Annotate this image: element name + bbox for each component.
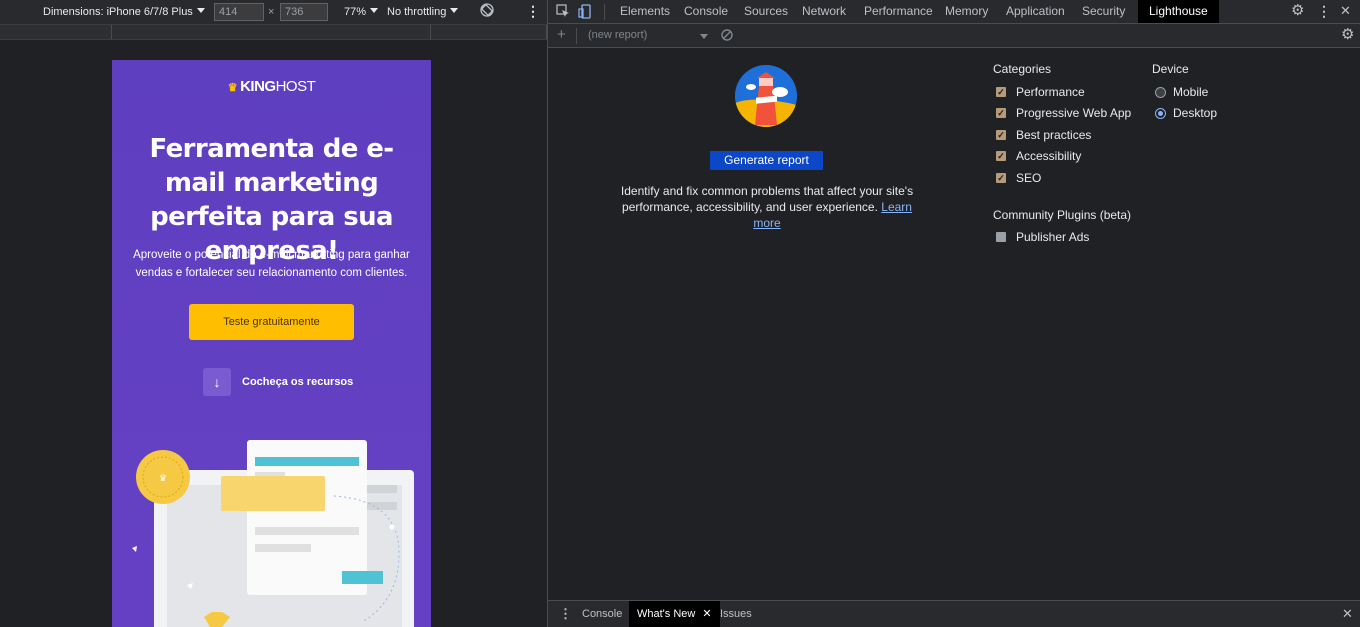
arrow-down-icon: ↓: [203, 368, 231, 396]
free-trial-button[interactable]: Teste gratuitamente: [189, 304, 354, 340]
plugin-label: Publisher Ads: [1016, 230, 1090, 244]
lighthouse-description: Identify and fix common problems that af…: [608, 183, 926, 231]
device-select-label: Dimensions: iPhone 6/7/8 Plus: [43, 6, 193, 18]
throttling-label: No throttling: [387, 6, 447, 18]
checkbox-checked-icon[interactable]: ✓: [996, 173, 1006, 183]
email-editor-illustration: ♛: [132, 440, 414, 627]
plugins-title: Community Plugins (beta): [993, 208, 1132, 222]
close-tab-icon[interactable]: ✕: [702, 608, 711, 620]
tab-sources[interactable]: Sources: [744, 0, 788, 23]
close-drawer-icon[interactable]: ✕: [1342, 606, 1353, 622]
drawer-tab-issues[interactable]: Issues: [720, 601, 752, 627]
rotate-icon: [480, 3, 494, 17]
chevron-down-icon: [700, 34, 708, 39]
tab-memory[interactable]: Memory: [945, 0, 988, 23]
description-text: Identify and fix common problems that af…: [620, 184, 914, 214]
drawer-tab-console[interactable]: Console: [582, 601, 622, 627]
checkbox-unchecked-icon[interactable]: [996, 232, 1006, 242]
features-link[interactable]: ↓ Cocheça os recursos: [203, 368, 353, 396]
logo-king: KING: [240, 78, 276, 95]
hero-subtitle: Aproveite o potencial do e-mail marketin…: [133, 249, 410, 279]
chevron-down-icon: [450, 8, 459, 13]
more-options-icon[interactable]: ⋮: [1317, 3, 1331, 19]
device-select[interactable]: Dimensions: iPhone 6/7/8 Plus: [43, 4, 205, 20]
media-query-ruler: [0, 24, 547, 40]
height-input[interactable]: 736: [280, 3, 328, 21]
report-select-label: (new report): [588, 29, 648, 41]
tab-lighthouse[interactable]: Lighthouse: [1138, 0, 1219, 23]
drawer-tab-label: What's New: [637, 608, 696, 620]
add-report-icon[interactable]: +: [557, 27, 566, 43]
generate-report-button[interactable]: Generate report: [710, 151, 823, 170]
logo-host: HOST: [275, 78, 316, 95]
rotate-button[interactable]: [480, 2, 494, 23]
chevron-down-icon: [196, 8, 205, 13]
lighthouse-settings-gear-icon[interactable]: ⚙: [1341, 27, 1354, 43]
tab-console[interactable]: Console: [684, 0, 728, 23]
lighthouse-logo-icon: [735, 65, 797, 127]
report-select[interactable]: (new report): [588, 29, 647, 41]
category-label: Best practices: [1016, 128, 1092, 142]
chevron-down-icon: [370, 8, 379, 13]
checkbox-checked-icon[interactable]: ✓: [996, 108, 1006, 118]
close-icon[interactable]: ✕: [1340, 3, 1351, 19]
tab-performance[interactable]: Performance: [864, 0, 933, 23]
mobile-viewport[interactable]: ♛ KINGHOST Ferramenta de e-mail marketing…: [112, 60, 431, 627]
hero-illustration: ♛: [112, 430, 431, 627]
device-toolbar: Dimensions: iPhone 6/7/8 Plus 414 × 736 …: [0, 0, 547, 24]
lighthouse-toolbar: + (new report) ⚙: [548, 24, 1360, 48]
category-label: Performance: [1016, 85, 1085, 99]
throttling-select[interactable]: No throttling: [387, 4, 459, 20]
device-emulation-pane: Dimensions: iPhone 6/7/8 Plus 414 × 736 …: [0, 0, 547, 627]
devtools-tabbar: Elements Console Sources Network Perform…: [548, 0, 1360, 24]
device-label: Mobile: [1173, 85, 1209, 99]
tab-elements[interactable]: Elements: [620, 0, 670, 23]
drawer-tab-whats-new[interactable]: What's New ✕: [629, 601, 720, 627]
width-input[interactable]: 414: [214, 3, 264, 21]
svg-text:♛: ♛: [159, 474, 167, 484]
kinghost-logo[interactable]: ♛ KINGHOST: [112, 78, 431, 95]
tab-application[interactable]: Application: [1006, 0, 1065, 23]
devtools-drawer: ⋮ Console What's New ✕ Issues ✕: [548, 600, 1360, 627]
radio-selected-icon[interactable]: [1155, 108, 1166, 119]
tab-security[interactable]: Security: [1082, 0, 1125, 23]
device-label: Desktop: [1173, 106, 1218, 120]
more-options-icon[interactable]: ⋮: [526, 3, 540, 19]
category-label: Accessibility: [1016, 149, 1082, 163]
devtools-panel: Elements Console Sources Network Perform…: [548, 0, 1360, 627]
dimension-separator: ×: [268, 6, 275, 18]
settings-gear-icon[interactable]: ⚙: [1291, 3, 1304, 19]
checkbox-checked-icon[interactable]: ✓: [996, 151, 1006, 161]
category-label: Progressive Web App: [1016, 106, 1132, 120]
categories-title: Categories: [993, 62, 1052, 76]
checkbox-checked-icon[interactable]: ✓: [996, 130, 1006, 140]
checkbox-checked-icon[interactable]: ✓: [996, 87, 1006, 97]
drawer-menu-icon[interactable]: ⋮: [559, 606, 572, 622]
inspect-element-icon[interactable]: [556, 4, 570, 22]
tab-network[interactable]: Network: [802, 0, 846, 23]
lighthouse-start-view: Generate report Identify and fix common …: [548, 49, 1360, 600]
device-title: Device: [1152, 62, 1189, 76]
radio-unselected-icon[interactable]: [1155, 87, 1166, 98]
category-label: SEO: [1016, 171, 1042, 185]
zoom-label: 77%: [344, 6, 367, 18]
zoom-select[interactable]: 77%: [344, 4, 379, 20]
features-label: Cocheça os recursos: [242, 376, 354, 388]
crown-icon: ♛: [227, 82, 238, 94]
device-toolbar-icon[interactable]: [578, 4, 592, 23]
clear-all-icon[interactable]: [720, 28, 734, 46]
